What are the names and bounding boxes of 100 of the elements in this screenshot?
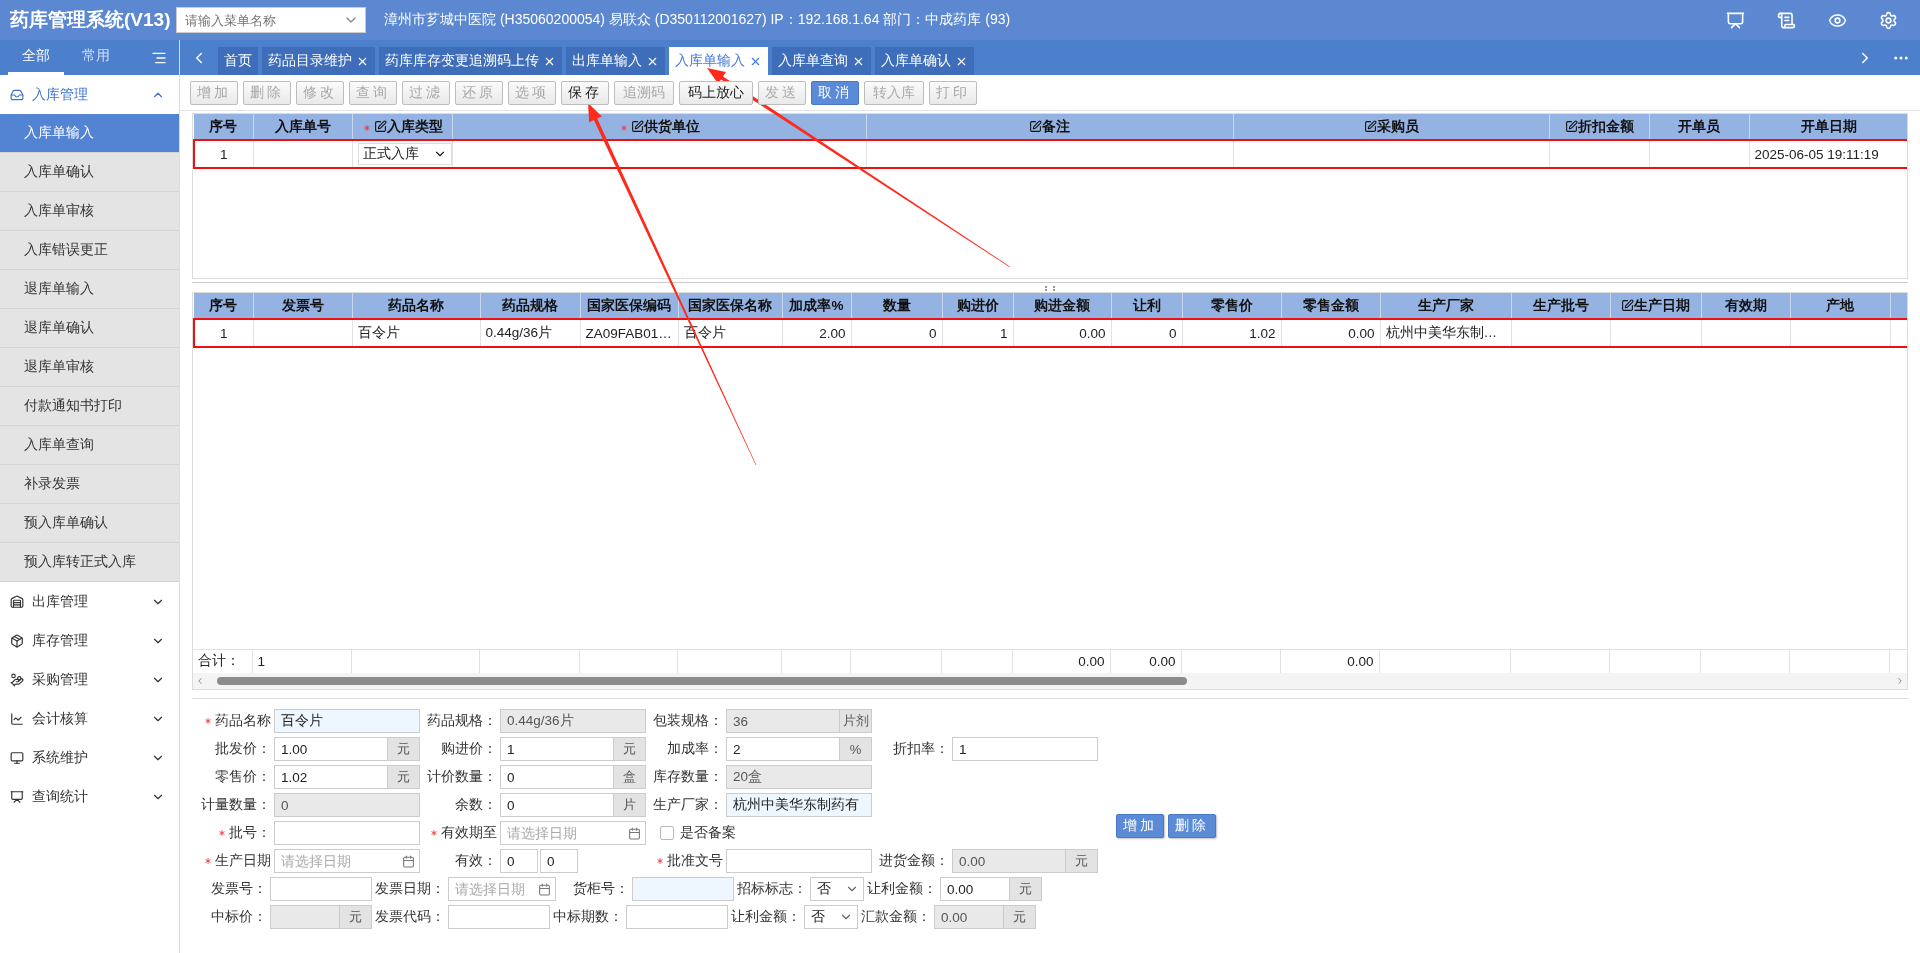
- scroll-right-icon[interactable]: [1895, 676, 1905, 686]
- unit-label: 元: [1004, 905, 1036, 929]
- sidebar-group[interactable]: 库存管理: [0, 621, 179, 660]
- column-header: 入库类型: [352, 114, 452, 140]
- sidebar-item[interactable]: 补录发票: [0, 465, 179, 504]
- column-header: 国家医保编码: [580, 293, 678, 319]
- input-field[interactable]: 0: [274, 793, 420, 817]
- field-label: 发票日期：: [375, 880, 445, 898]
- sidebar-group[interactable]: 入库管理: [0, 75, 179, 114]
- select-field[interactable]: 正式入库: [357, 143, 451, 165]
- page-tab[interactable]: 出库单输入: [566, 47, 665, 75]
- input-field[interactable]: [626, 905, 728, 929]
- sidebar-group[interactable]: 出库管理: [0, 582, 179, 621]
- column-header: 生产批号: [1511, 293, 1610, 319]
- session-info: 漳州市芗城中医院 (H35060200054) 易联众 (D350112001627) IP：192.168.1.64 部门：中成药库 (93): [384, 11, 1011, 29]
- sidebar-item[interactable]: 预入库单确认: [0, 504, 179, 543]
- input-field[interactable]: 0.00: [934, 905, 1004, 929]
- sidebar-item[interactable]: 入库单查询: [0, 426, 179, 465]
- page-tab[interactable]: 入库单输入: [669, 47, 768, 75]
- input-field[interactable]: 1.00: [274, 737, 388, 761]
- table-cell: 0.00: [1079, 325, 1106, 341]
- scroll-icon[interactable]: [1777, 10, 1796, 30]
- sidebar-group[interactable]: 会计核算: [0, 699, 179, 738]
- sidebar-item[interactable]: 预入库转正式入库: [0, 543, 179, 582]
- input-field[interactable]: [448, 905, 550, 929]
- input-field[interactable]: 0: [500, 765, 614, 789]
- column-header: 数量: [851, 293, 942, 319]
- page-tab[interactable]: 首页: [218, 47, 258, 75]
- field-label: 货柜号：: [573, 880, 629, 898]
- horizontal-scrollbar[interactable]: [193, 673, 1907, 689]
- field-label: 招标标志：: [737, 880, 807, 898]
- column-header: 入库单号: [253, 114, 352, 140]
- presentation-icon[interactable]: [1726, 10, 1745, 30]
- date-field[interactable]: 请选择日期: [500, 821, 646, 845]
- input-field[interactable]: 0.00: [952, 849, 1066, 873]
- scroll-left-icon[interactable]: [195, 676, 205, 686]
- group-label: 系统维护: [32, 748, 89, 767]
- date-input[interactable]: 请选择日期: [449, 881, 538, 897]
- input-field[interactable]: 0: [500, 849, 538, 873]
- field-label: 批准文号: [667, 852, 723, 870]
- sidebar-item[interactable]: 入库单审核: [0, 192, 179, 231]
- input-field[interactable]: 0.44g/36片: [500, 709, 646, 733]
- input-field[interactable]: 0: [540, 849, 578, 873]
- input-field[interactable]: [726, 849, 872, 873]
- input-field[interactable]: 20盒: [726, 765, 872, 789]
- input-field[interactable]: [274, 821, 420, 845]
- column-header: 购进金额: [1013, 293, 1111, 319]
- settings-icon[interactable]: [1879, 10, 1898, 30]
- menu-search-input[interactable]: 请输入菜单名称: [183, 11, 343, 29]
- checkbox-label: 是否备案: [680, 824, 736, 842]
- sidebar-group[interactable]: 查询统计: [0, 777, 179, 816]
- column-header: 生产日期: [1610, 293, 1701, 319]
- input-field[interactable]: 1: [500, 737, 614, 761]
- checkbox[interactable]: [660, 826, 674, 840]
- sidebar-item[interactable]: 退库单确认: [0, 309, 179, 348]
- input-field[interactable]: 杭州中美华东制药有: [726, 793, 872, 817]
- column-header: 发票号: [253, 293, 352, 319]
- page-tab[interactable]: 入库单确认: [875, 47, 974, 75]
- sidebar-item[interactable]: 退库单输入: [0, 270, 179, 309]
- sidebar-group[interactable]: 系统维护: [0, 738, 179, 777]
- toolbar-button[interactable]: 保存: [561, 80, 609, 105]
- total-cell: 0.00: [1078, 653, 1105, 669]
- toolbar-button[interactable]: 码上放心: [679, 80, 753, 105]
- date-field[interactable]: 请选择日期: [448, 877, 556, 901]
- date-input[interactable]: 请选择日期: [501, 825, 628, 841]
- sidebar-tab[interactable]: 全部: [8, 40, 64, 75]
- page-tab[interactable]: 药品目录维护: [262, 47, 375, 75]
- select-field[interactable]: 否: [810, 877, 864, 901]
- input-field[interactable]: 36: [726, 709, 840, 733]
- input-field[interactable]: 百令片: [274, 709, 420, 733]
- unit-label: 片: [614, 793, 646, 817]
- sidebar-item[interactable]: 入库错误更正: [0, 231, 179, 270]
- field-label: 有效：: [455, 852, 497, 870]
- sidebar-item[interactable]: 入库单输入: [0, 114, 179, 153]
- input-field[interactable]: 2: [726, 737, 840, 761]
- sidebar-item[interactable]: 入库单确认: [0, 153, 179, 192]
- page-tab[interactable]: 入库单查询: [772, 47, 871, 75]
- unit-label: 元: [1010, 877, 1042, 901]
- column-header: 国家医保名称: [678, 293, 782, 319]
- input-field[interactable]: [270, 905, 340, 929]
- field-label: 中标价：: [211, 908, 267, 926]
- select-field[interactable]: 否: [804, 905, 858, 929]
- date-field[interactable]: 请选择日期: [274, 849, 420, 873]
- sidebar-item[interactable]: 退库单审核: [0, 348, 179, 387]
- group-icon: [10, 672, 24, 687]
- menu-search-field[interactable]: 请输入菜单名称: [176, 7, 366, 33]
- unit-label: 片剂: [840, 709, 872, 733]
- input-field[interactable]: 1: [952, 737, 1098, 761]
- page-tab[interactable]: 药库库存变更追溯码上传: [379, 47, 562, 75]
- input-field[interactable]: [632, 877, 734, 901]
- required-icon: [618, 122, 629, 133]
- input-field[interactable]: 1.02: [274, 765, 388, 789]
- input-field[interactable]: 0.00: [940, 877, 1010, 901]
- field-label: 让利金额：: [867, 880, 937, 898]
- input-field[interactable]: [270, 877, 372, 901]
- column-header: 生产厂家: [1380, 293, 1511, 319]
- input-field[interactable]: 0: [500, 793, 614, 817]
- sidebar-group[interactable]: 采购管理: [0, 660, 179, 699]
- date-input[interactable]: 请选择日期: [275, 853, 402, 869]
- sidebar-item[interactable]: 付款通知书打印: [0, 387, 179, 426]
